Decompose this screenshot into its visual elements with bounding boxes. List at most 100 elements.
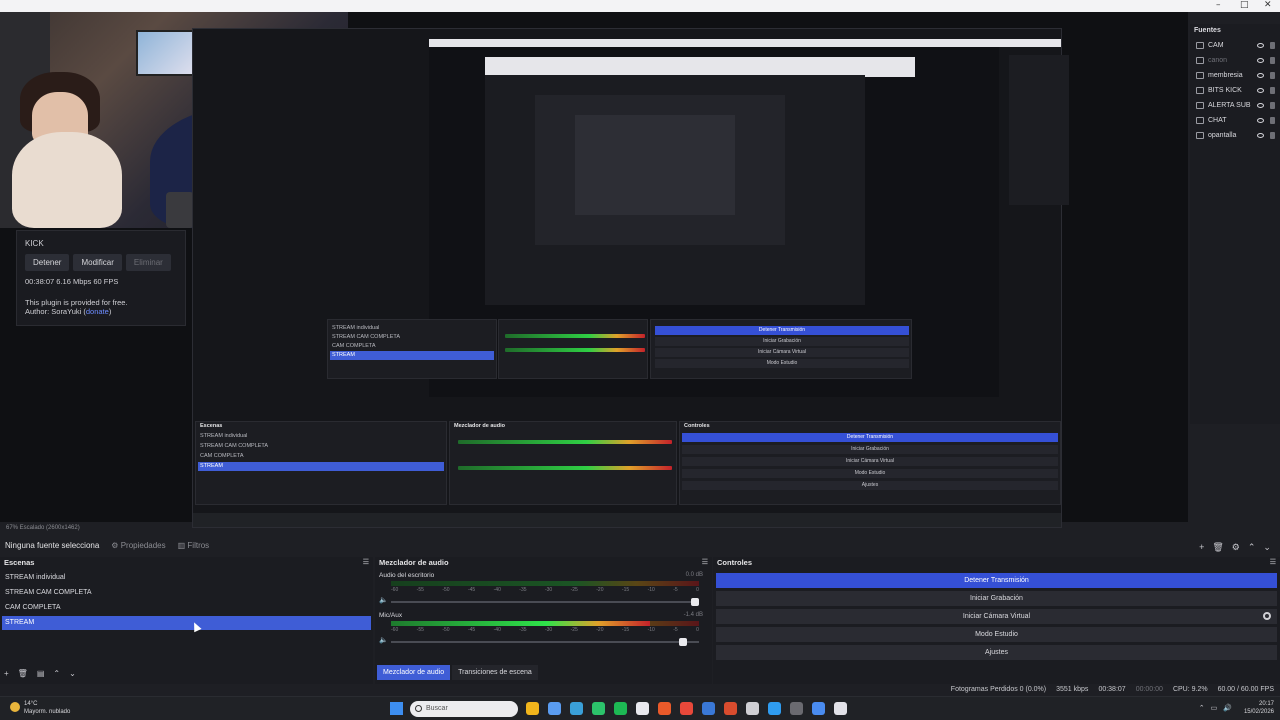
start-virtual-camera-button[interactable]: Iniciar Cámara Virtual bbox=[716, 609, 1277, 624]
lock-icon[interactable] bbox=[1270, 117, 1275, 124]
dock-settings-icon[interactable]: ☰ bbox=[1270, 557, 1276, 569]
scene-filters-button[interactable]: ▤ bbox=[37, 669, 45, 678]
track-db: -1.4 dB bbox=[683, 612, 703, 618]
taskbar-app-icon[interactable] bbox=[724, 702, 737, 715]
taskbar-app-icon[interactable] bbox=[548, 702, 561, 715]
source-item-cam[interactable]: CAM bbox=[1194, 39, 1278, 53]
audio-mixer-dock: Mezclador de audio ☰ Audio del escritorio… bbox=[375, 557, 712, 684]
tick: -35 bbox=[519, 587, 527, 593]
volume-knob[interactable] bbox=[691, 598, 699, 606]
lock-icon[interactable] bbox=[1270, 42, 1275, 49]
close-button[interactable]: ✕ bbox=[1264, 0, 1272, 10]
source-item-bits-kick[interactable]: BITS KICK bbox=[1194, 84, 1278, 98]
speaker-icon[interactable]: 🔈 bbox=[379, 636, 388, 644]
taskbar-app-icon[interactable] bbox=[768, 702, 781, 715]
stop-output-button[interactable]: Detener bbox=[25, 254, 70, 271]
scene-item-stream-individual[interactable]: STREAM individual bbox=[2, 571, 371, 585]
taskbar-app-icon[interactable] bbox=[790, 702, 803, 715]
tick: -30 bbox=[544, 627, 553, 633]
taskbar-app-icon[interactable] bbox=[526, 702, 539, 715]
eye-icon[interactable] bbox=[1257, 103, 1264, 108]
filters-button[interactable]: ▥ Filtros bbox=[178, 541, 210, 550]
source-settings-button[interactable]: ⚙ bbox=[1232, 542, 1240, 553]
gear-icon[interactable] bbox=[1263, 612, 1271, 620]
settings-button[interactable]: Ajustes bbox=[716, 645, 1277, 660]
volume-slider[interactable] bbox=[391, 638, 699, 646]
nested-control-button: Modo Estudio bbox=[655, 359, 909, 368]
move-source-up-button[interactable]: ⌃ bbox=[1248, 542, 1256, 553]
globe-icon bbox=[1196, 117, 1204, 124]
taskbar-search[interactable]: Buscar bbox=[410, 701, 518, 717]
delete-output-button[interactable]: Eliminar bbox=[125, 254, 171, 271]
move-source-down-button[interactable]: ⌄ bbox=[1263, 542, 1271, 553]
lock-icon[interactable] bbox=[1270, 102, 1275, 109]
move-scene-up-button[interactable]: ⌃ bbox=[53, 669, 60, 678]
move-scene-down-button[interactable]: ⌄ bbox=[69, 669, 76, 678]
taskbar-app-icon[interactable] bbox=[812, 702, 825, 715]
eye-icon[interactable] bbox=[1257, 58, 1264, 63]
system-tray: ⌃ ▭ 🔊 bbox=[1199, 704, 1232, 712]
status-bar: Fotogramas Perdidos 0 (0.0%) 3551 kbps 0… bbox=[0, 684, 1280, 696]
remove-scene-button[interactable]: 🗑 bbox=[18, 669, 28, 678]
taskbar-app-icon[interactable] bbox=[746, 702, 759, 715]
network-icon[interactable]: ▭ bbox=[1211, 704, 1218, 712]
add-source-button[interactable]: + bbox=[1199, 542, 1204, 552]
volume-knob[interactable] bbox=[678, 638, 687, 646]
scene-item-stream[interactable]: STREAM bbox=[2, 616, 371, 630]
properties-button[interactable]: ⚙ Propiedades bbox=[111, 541, 165, 550]
minimize-button[interactable]: – bbox=[1216, 0, 1221, 10]
stop-streaming-button[interactable]: Detener Transmisión bbox=[716, 573, 1277, 588]
scene-item-stream-cam-completa[interactable]: STREAM CAM COMPLETA bbox=[2, 586, 371, 600]
taskbar-app-icon[interactable] bbox=[614, 702, 627, 715]
stream-time: 00:38:07 bbox=[1098, 686, 1126, 693]
taskbar-app-icon[interactable] bbox=[658, 702, 671, 715]
dock-settings-icon[interactable]: ☰ bbox=[363, 557, 369, 569]
eye-icon[interactable] bbox=[1257, 118, 1264, 123]
source-item-opantalla[interactable]: opantalla bbox=[1194, 129, 1278, 143]
globe-icon bbox=[1196, 87, 1204, 94]
preview-canvas[interactable]: KICK Detener Modificar Eliminar 00:38:07… bbox=[0, 12, 1188, 528]
add-scene-button[interactable]: + bbox=[4, 669, 9, 678]
tab-scene-transitions[interactable]: Transiciones de escena bbox=[452, 665, 538, 680]
taskbar-app-icon[interactable] bbox=[834, 702, 847, 715]
remove-source-button[interactable]: 🗑 bbox=[1212, 542, 1223, 553]
clock[interactable]: 20:17 15/02/2026 bbox=[1244, 700, 1274, 716]
weather-widget[interactable]: 14°C Mayorm. nublado bbox=[8, 700, 70, 716]
plugin-output-panel: KICK Detener Modificar Eliminar 00:38:07… bbox=[16, 230, 186, 326]
volume-slider[interactable] bbox=[391, 598, 699, 606]
lock-icon[interactable] bbox=[1270, 72, 1275, 79]
nested-scene-row: STREAM CAM COMPLETA bbox=[200, 443, 269, 449]
eye-icon[interactable] bbox=[1257, 73, 1264, 78]
speaker-icon[interactable]: 🔈 bbox=[379, 596, 388, 604]
source-item-membresia[interactable]: membresia bbox=[1194, 69, 1278, 83]
windows-start-icon[interactable] bbox=[390, 702, 403, 715]
taskbar-app-icon[interactable] bbox=[636, 702, 649, 715]
taskbar-app-icon[interactable] bbox=[570, 702, 583, 715]
taskbar-app-icon[interactable] bbox=[592, 702, 605, 715]
lock-icon[interactable] bbox=[1270, 132, 1275, 139]
modify-output-button[interactable]: Modificar bbox=[73, 254, 122, 271]
volume-icon[interactable]: 🔊 bbox=[1223, 704, 1232, 712]
eye-icon[interactable] bbox=[1257, 43, 1264, 48]
nested-control-button: Detener Transmisión bbox=[682, 433, 1058, 442]
eye-icon[interactable] bbox=[1257, 88, 1264, 93]
source-item-canon[interactable]: canon bbox=[1194, 54, 1278, 68]
lock-icon[interactable] bbox=[1270, 87, 1275, 94]
taskbar-app-icon[interactable] bbox=[702, 702, 715, 715]
plugin-title: KICK bbox=[25, 239, 44, 248]
weather-temp: 14°C bbox=[24, 701, 38, 707]
studio-mode-button[interactable]: Modo Estudio bbox=[716, 627, 1277, 642]
lock-icon[interactable] bbox=[1270, 57, 1275, 64]
virtual-camera-label: Iniciar Cámara Virtual bbox=[962, 613, 1031, 620]
dock-settings-icon[interactable]: ☰ bbox=[702, 557, 708, 569]
maximize-button[interactable]: □ bbox=[1240, 0, 1249, 10]
tab-audio-mixer[interactable]: Mezclador de audio bbox=[377, 665, 451, 680]
donate-link[interactable]: donate bbox=[86, 307, 109, 316]
chevron-up-icon[interactable]: ⌃ bbox=[1199, 704, 1205, 712]
scene-item-cam-completa[interactable]: CAM COMPLETA bbox=[2, 601, 371, 615]
eye-icon[interactable] bbox=[1257, 133, 1264, 138]
source-item-chat[interactable]: CHAT bbox=[1194, 114, 1278, 128]
taskbar-app-icon[interactable] bbox=[680, 702, 693, 715]
source-item-alerta-sub[interactable]: ALERTA SUB bbox=[1194, 99, 1278, 113]
start-recording-button[interactable]: Iniciar Grabación bbox=[716, 591, 1277, 606]
